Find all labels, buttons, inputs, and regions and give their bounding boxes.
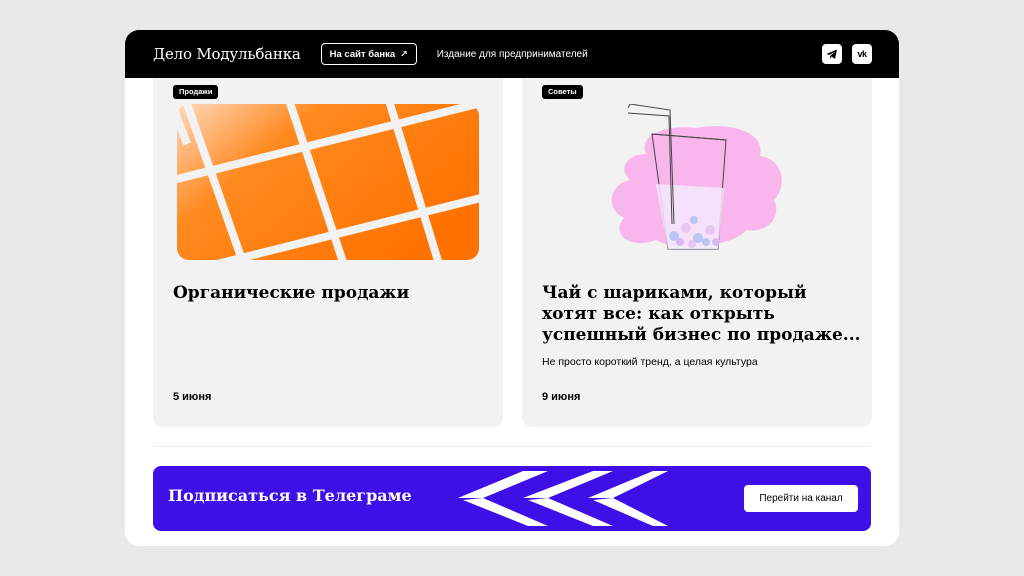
site-tagline: Издание для предпринимателей <box>436 48 588 60</box>
article-date: 9 июня <box>542 391 581 403</box>
category-tag[interactable]: Продажи <box>173 85 219 99</box>
vk-button[interactable]: vk <box>852 44 872 64</box>
article-title[interactable]: Органические продажи <box>173 283 493 304</box>
article-title[interactable]: Чай с шариками, который хотят все: как о… <box>542 283 862 346</box>
section-divider <box>153 446 871 447</box>
telegram-icon <box>826 49 837 59</box>
telegram-subscribe-banner[interactable]: Подписаться в Телеграме Перейти на канал <box>153 466 871 531</box>
decorative-arrows-graphic <box>458 471 668 526</box>
bank-site-button[interactable]: На сайт банка ↗ <box>320 43 417 65</box>
article-card-organic-sales[interactable]: Продажи Органические продажи 5 июня <box>153 78 503 427</box>
bank-site-button-label: На сайт банка <box>329 48 396 60</box>
bubble-tea-illustration <box>611 104 782 250</box>
site-header: Дело Модульбанка На сайт банка ↗ Издание… <box>125 30 899 78</box>
orange-tiles-illustration <box>177 104 479 260</box>
page-window: Дело Модульбанка На сайт банка ↗ Издание… <box>125 30 899 546</box>
go-to-channel-button[interactable]: Перейти на канал <box>744 485 858 512</box>
vk-icon: vk <box>857 49 867 59</box>
article-date: 5 июня <box>173 391 212 403</box>
external-arrow-icon: ↗ <box>400 48 408 59</box>
site-logo[interactable]: Дело Модульбанка <box>153 45 301 63</box>
category-tag[interactable]: Советы <box>542 85 583 99</box>
article-card-bubble-tea[interactable]: Советы Чай с шариками, который хотят все… <box>522 78 872 427</box>
banner-title: Подписаться в Телеграме <box>168 486 412 505</box>
telegram-button[interactable] <box>822 44 842 64</box>
article-subtitle: Не просто короткий тренд, а целая культу… <box>542 356 758 368</box>
